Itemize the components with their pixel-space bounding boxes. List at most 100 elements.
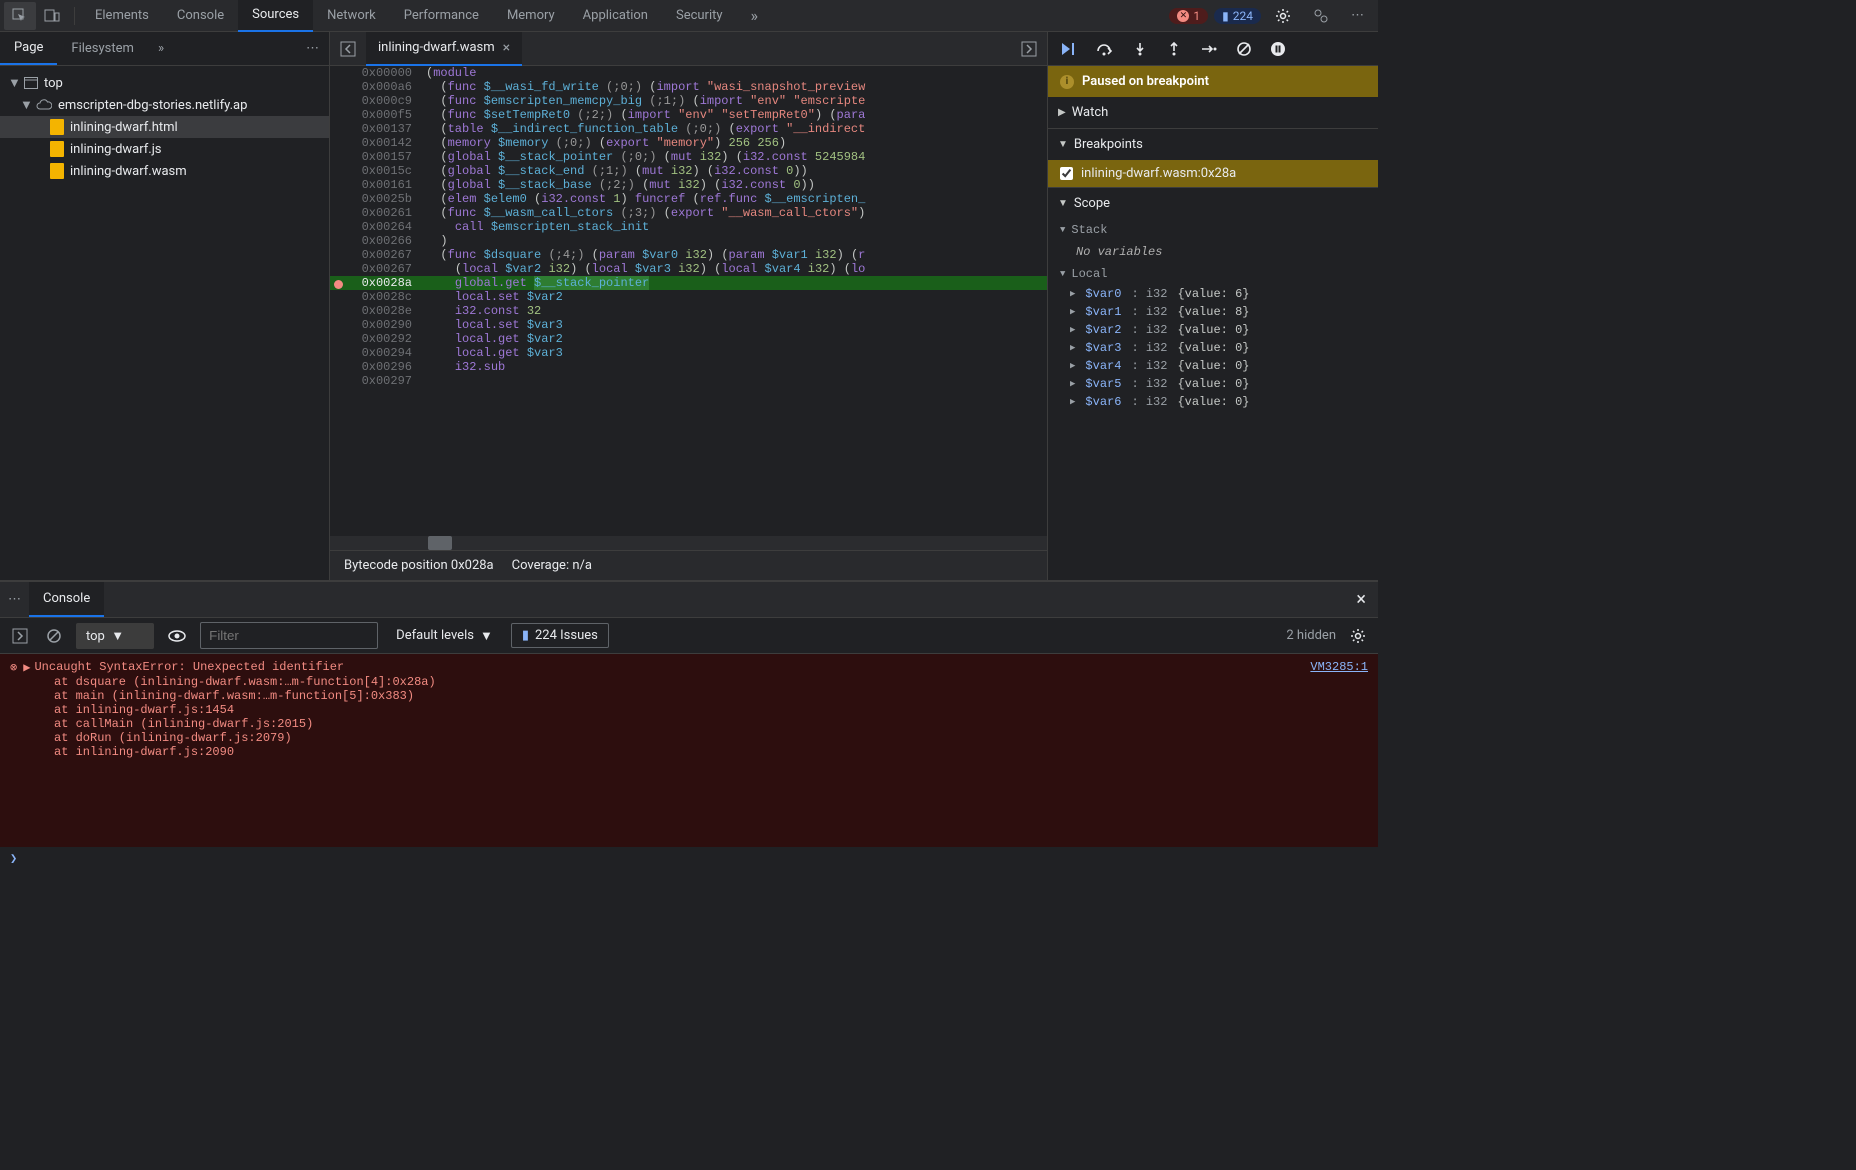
clear-console-icon[interactable] bbox=[42, 624, 66, 648]
code-line[interactable]: 0x00294 local.get $var3 bbox=[330, 346, 1047, 360]
tab-console[interactable]: Console bbox=[163, 0, 238, 31]
gutter[interactable]: 0x0028c bbox=[330, 290, 422, 304]
scope-variable[interactable]: ▶$var1: i32{value: 8} bbox=[1048, 303, 1378, 321]
gutter[interactable]: 0x00157 bbox=[330, 150, 422, 164]
scope-local[interactable]: ▼Local bbox=[1048, 263, 1378, 285]
code-line[interactable]: 0x00142 (memory $memory (;0;) (export "m… bbox=[330, 136, 1047, 150]
more-icon[interactable]: ⋯ bbox=[1343, 2, 1374, 29]
pause-on-exceptions-button[interactable] bbox=[1266, 37, 1290, 61]
stack-link[interactable]: inlining-dwarf.wasm:…m-function[4]:0x28a bbox=[140, 675, 428, 689]
console-output[interactable]: ⊗ ▶ Uncaught SyntaxError: Unexpected ide… bbox=[0, 654, 1378, 847]
gear-icon[interactable] bbox=[1267, 2, 1299, 30]
nav-tab-filesystem[interactable]: Filesystem bbox=[57, 33, 148, 64]
code-line[interactable]: 0x00297 bbox=[330, 374, 1047, 388]
gutter[interactable]: 0x00137 bbox=[330, 122, 422, 136]
step-button[interactable] bbox=[1196, 37, 1222, 61]
code-line[interactable]: 0x0028c local.set $var2 bbox=[330, 290, 1047, 304]
watch-section[interactable]: ▶Watch bbox=[1048, 97, 1378, 128]
drawer-tab-console[interactable]: Console bbox=[29, 582, 104, 617]
issues-badge[interactable]: ▮ 224 bbox=[1214, 8, 1261, 24]
tab-elements[interactable]: Elements bbox=[81, 0, 163, 31]
hidden-count[interactable]: 2 hidden bbox=[1286, 628, 1336, 643]
error-source-link[interactable]: VM3285:1 bbox=[1310, 660, 1368, 675]
tab-application[interactable]: Application bbox=[569, 0, 662, 31]
code-line[interactable]: 0x00000(module bbox=[330, 66, 1047, 80]
gutter[interactable]: 0x00261 bbox=[330, 206, 422, 220]
code-line[interactable]: 0x00157 (global $__stack_pointer (;0;) (… bbox=[330, 150, 1047, 164]
experiments-icon[interactable] bbox=[1305, 2, 1337, 30]
breakpoint-dot-icon[interactable] bbox=[334, 280, 343, 289]
resume-button[interactable] bbox=[1056, 37, 1082, 61]
scrollbar-h[interactable] bbox=[330, 536, 1047, 550]
code-line[interactable]: 0x000c9 (func $emscripten_memcpy_big (;1… bbox=[330, 94, 1047, 108]
scope-variable[interactable]: ▶$var6: i32{value: 0} bbox=[1048, 393, 1378, 411]
levels-select[interactable]: Default levels ▼ bbox=[388, 623, 501, 649]
gutter[interactable]: 0x0015c bbox=[330, 164, 422, 178]
drawer-menu-icon[interactable]: ⋯ bbox=[0, 584, 29, 615]
breakpoint-checkbox[interactable] bbox=[1060, 167, 1073, 180]
stack-link[interactable]: inlining-dwarf.js:2079 bbox=[126, 731, 284, 745]
scope-variable[interactable]: ▶$var5: i32{value: 0} bbox=[1048, 375, 1378, 393]
toggle-sidebar-icon[interactable] bbox=[8, 624, 32, 648]
step-over-button[interactable] bbox=[1092, 37, 1118, 61]
tab-security[interactable]: Security bbox=[662, 0, 737, 31]
gutter[interactable]: 0x000a6 bbox=[330, 80, 422, 94]
step-out-button[interactable] bbox=[1162, 37, 1186, 61]
gutter[interactable]: 0x00294 bbox=[330, 346, 422, 360]
gutter[interactable]: 0x000c9 bbox=[330, 94, 422, 108]
code-line[interactable]: 0x0028a global.get $__stack_pointer bbox=[330, 276, 1047, 290]
gutter[interactable]: 0x0028e bbox=[330, 304, 422, 318]
issues-button[interactable]: ▮ 224 Issues bbox=[511, 623, 609, 648]
scope-variable[interactable]: ▶$var4: i32{value: 0} bbox=[1048, 357, 1378, 375]
toggle-nav-icon[interactable] bbox=[330, 35, 366, 63]
gutter[interactable]: 0x00000 bbox=[330, 66, 422, 80]
breakpoints-section[interactable]: ▼Breakpoints bbox=[1048, 129, 1378, 160]
gutter[interactable]: 0x00267 bbox=[330, 262, 422, 276]
tab-network[interactable]: Network bbox=[313, 0, 390, 31]
gutter[interactable]: 0x00296 bbox=[330, 360, 422, 374]
code-line[interactable]: 0x00296 i32.sub bbox=[330, 360, 1047, 374]
tree-top[interactable]: ▼ top bbox=[0, 72, 329, 94]
tree-file[interactable]: inlining-dwarf.html bbox=[0, 116, 329, 138]
stack-link[interactable]: inlining-dwarf.js:1454 bbox=[76, 703, 234, 717]
code-line[interactable]: 0x0028e i32.const 32 bbox=[330, 304, 1047, 318]
nav-tab-overflow-icon[interactable]: » bbox=[152, 35, 170, 62]
errors-badge[interactable]: ✕ 1 bbox=[1169, 8, 1208, 24]
code-line[interactable]: 0x000f5 (func $setTempRet0 (;2;) (import… bbox=[330, 108, 1047, 122]
context-select[interactable]: top ▼ bbox=[76, 623, 154, 649]
scope-variable[interactable]: ▶$var0: i32{value: 6} bbox=[1048, 285, 1378, 303]
code-line[interactable]: 0x00292 local.get $var2 bbox=[330, 332, 1047, 346]
gutter[interactable]: 0x00142 bbox=[330, 136, 422, 150]
gutter[interactable]: 0x00267 bbox=[330, 248, 422, 262]
stack-link[interactable]: inlining-dwarf.js:2015 bbox=[148, 717, 306, 731]
stack-link[interactable]: inlining-dwarf.wasm:…m-function[5]:0x383 bbox=[119, 689, 407, 703]
gutter[interactable]: 0x00292 bbox=[330, 332, 422, 346]
live-expression-icon[interactable] bbox=[164, 626, 190, 646]
tab-sources[interactable]: Sources bbox=[238, 0, 313, 32]
filter-input[interactable] bbox=[200, 622, 378, 649]
chevron-right-icon[interactable]: ▶ bbox=[23, 660, 34, 675]
gutter[interactable]: 0x0028a bbox=[330, 276, 422, 290]
close-icon[interactable]: × bbox=[1344, 581, 1378, 618]
breakpoint-item[interactable]: inlining-dwarf.wasm:0x28a bbox=[1048, 160, 1378, 187]
code-line[interactable]: 0x0015c (global $__stack_end (;1;) (mut … bbox=[330, 164, 1047, 178]
code-line[interactable]: 0x0025b (elem $elem0 (i32.const 1) funcr… bbox=[330, 192, 1047, 206]
device-icon[interactable] bbox=[36, 2, 68, 30]
nav-menu-icon[interactable]: ⋯ bbox=[296, 35, 329, 62]
code-line[interactable]: 0x00267 (func $dsquare (;4;) (param $var… bbox=[330, 248, 1047, 262]
deactivate-breakpoints-button[interactable] bbox=[1232, 37, 1256, 61]
code-area[interactable]: 0x00000(module0x000a6 (func $__wasi_fd_w… bbox=[330, 66, 1047, 536]
step-into-button[interactable] bbox=[1128, 37, 1152, 61]
code-line[interactable]: 0x00290 local.set $var3 bbox=[330, 318, 1047, 332]
nav-tab-page[interactable]: Page bbox=[0, 32, 57, 65]
tab-memory[interactable]: Memory bbox=[493, 0, 569, 31]
code-line[interactable]: 0x00137 (table $__indirect_function_tabl… bbox=[330, 122, 1047, 136]
gutter[interactable]: 0x000f5 bbox=[330, 108, 422, 122]
code-line[interactable]: 0x00261 (func $__wasm_call_ctors (;3;) (… bbox=[330, 206, 1047, 220]
gear-icon[interactable] bbox=[1346, 624, 1370, 648]
editor-tab[interactable]: inlining-dwarf.wasm × bbox=[366, 32, 522, 66]
code-line[interactable]: 0x00267 (local $var2 i32) (local $var3 i… bbox=[330, 262, 1047, 276]
scope-section[interactable]: ▼Scope bbox=[1048, 188, 1378, 219]
gutter[interactable]: 0x0025b bbox=[330, 192, 422, 206]
scope-variable[interactable]: ▶$var3: i32{value: 0} bbox=[1048, 339, 1378, 357]
